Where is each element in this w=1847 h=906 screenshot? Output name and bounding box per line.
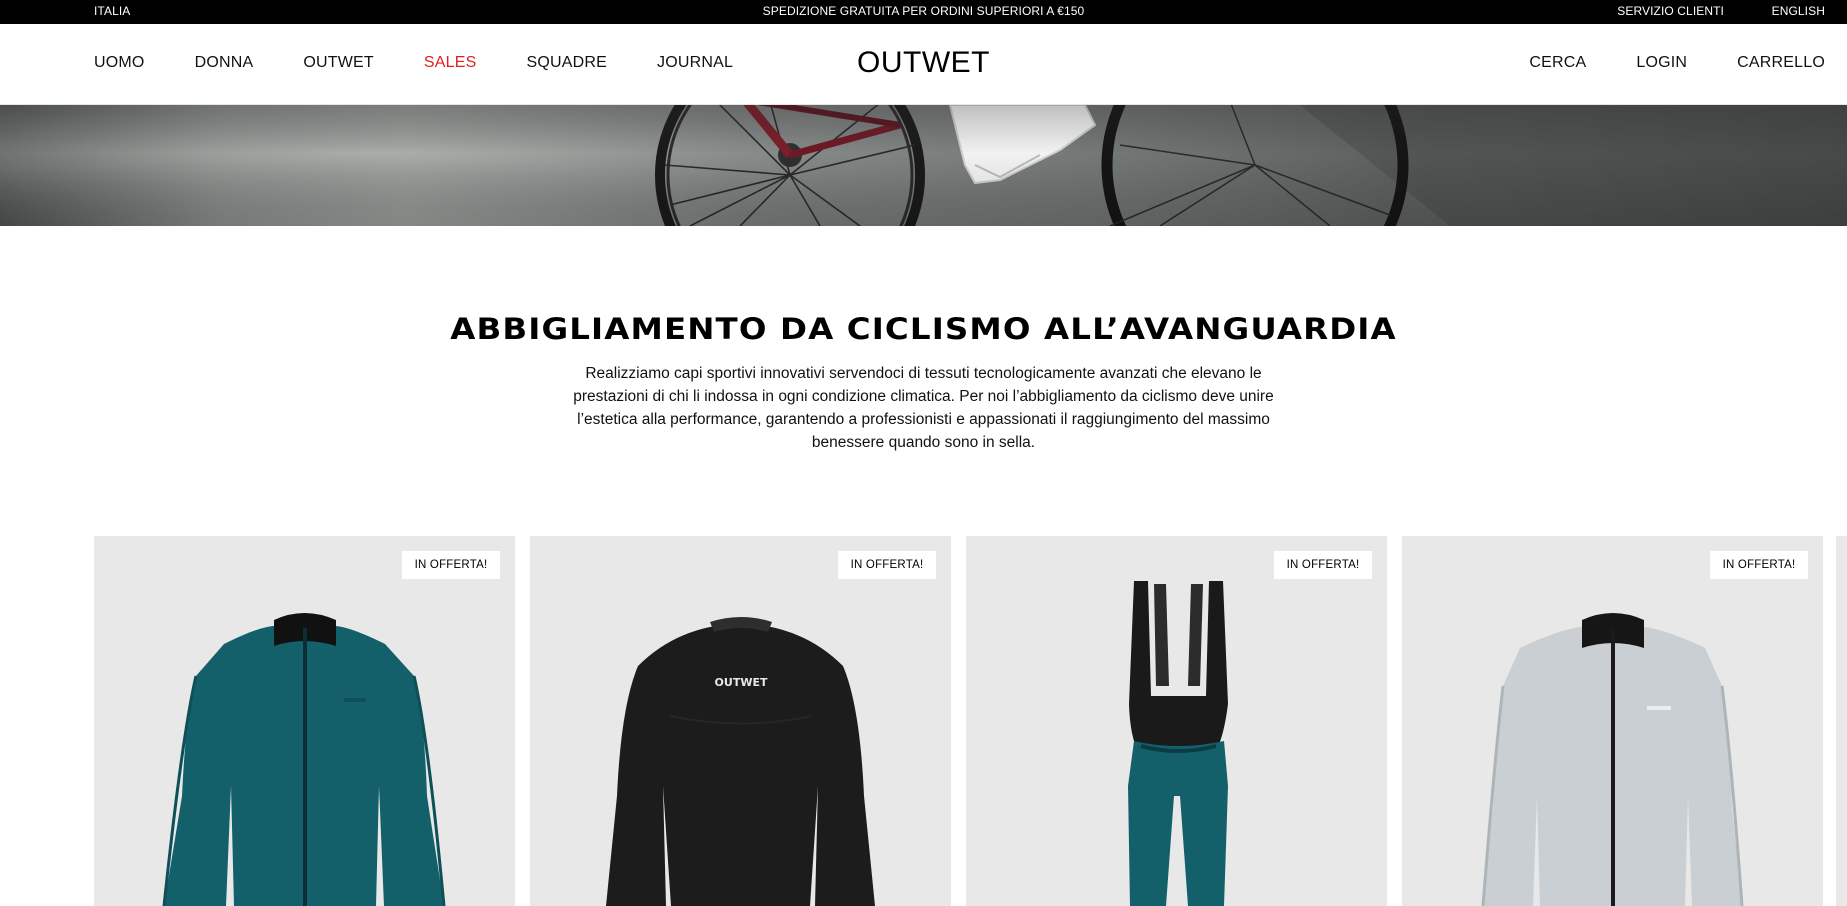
page-title: ABBIGLIAMENTO DA CICLISMO ALL’AVANGUARDI… — [450, 312, 1397, 346]
product-card[interactable]: IN OFFERTA! — [94, 536, 515, 906]
intro-paragraph: Realizziamo capi sportivi innovativi ser… — [573, 365, 1274, 451]
announcement-bar: ITALIA SPEDIZIONE GRATUITA PER ORDINI SU… — [0, 0, 1847, 24]
hero-shade — [0, 105, 1847, 226]
product-card[interactable]: IN OFFERTA! OUTWET — [530, 536, 951, 906]
product-card[interactable]: IN OFFERTA! — [1402, 536, 1823, 906]
next-product-card-edge[interactable] — [1836, 536, 1847, 906]
product-card[interactable]: IN OFFERTA! — [966, 536, 1387, 906]
garment-logo-print: OUTWET — [715, 676, 768, 689]
cart-link[interactable]: CARRELLO — [1737, 54, 1825, 72]
teal-jacket-image — [162, 613, 446, 906]
login-link[interactable]: LOGIN — [1636, 54, 1687, 72]
silver-jacket-image — [1481, 613, 1744, 906]
shipping-promo: SPEDIZIONE GRATUITA PER ORDINI SUPERIORI… — [762, 4, 1085, 18]
search-link[interactable]: CERCA — [1529, 54, 1586, 72]
customer-service-link[interactable]: SERVIZIO CLIENTI — [1617, 4, 1724, 18]
teal-bib-tights-image — [1128, 581, 1228, 906]
black-base-layer-image: OUTWET — [606, 617, 875, 906]
language-switch[interactable]: ENGLISH — [1772, 4, 1825, 18]
hero-image — [0, 105, 1847, 226]
site-header: UOMO DONNA OUTWET SALES SQUADRE JOURNAL … — [0, 24, 1847, 105]
header-actions: CERCA LOGIN CARRELLO — [1479, 54, 1825, 72]
